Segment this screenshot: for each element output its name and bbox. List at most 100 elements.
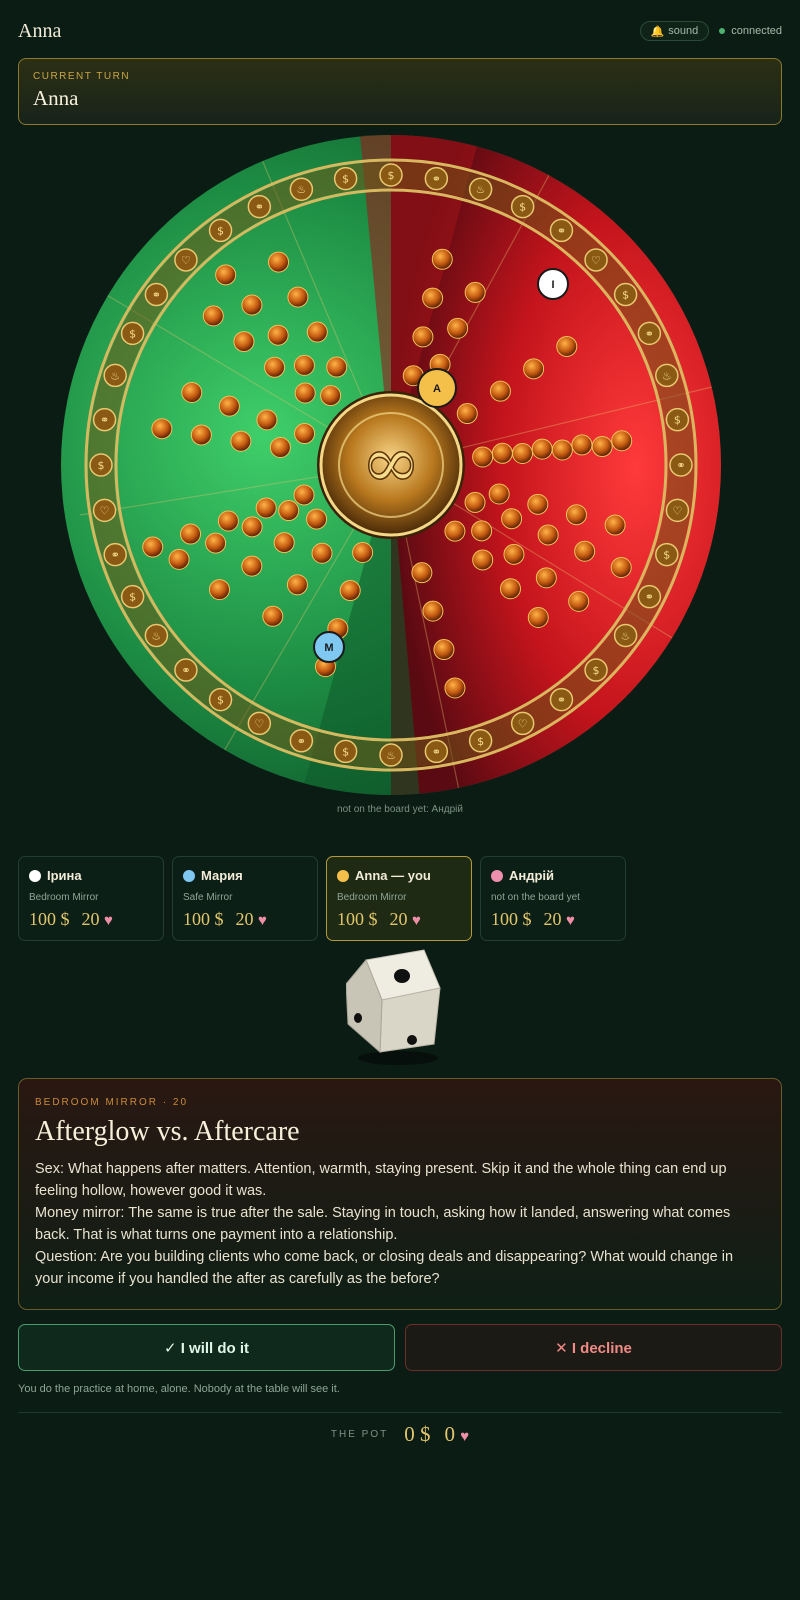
board-cell xyxy=(565,504,587,526)
board-cell xyxy=(269,436,291,458)
card-line: Question: Are you building clients who c… xyxy=(35,1249,734,1287)
card-actions: ✓ I will do it ✕ I decline xyxy=(18,1324,782,1371)
player-card[interactable]: Андрій not on the board yet 100 $ 20 ♥ xyxy=(480,856,626,941)
game-board[interactable]: $ ⚭ ♨ $ ⚭ ♡ $ ⚭ ♨ $ ⚭ ♡ $ ⚭ ♨ $ ⚭ ♡ $ ⚭ ♨ $ ⚭ ♡ $ ⚭ ♨ $ ⚭ ♡ $ ⚭ ♨ $ ⚭ ♡ $ ⚭ ♨ $… xyxy=(60,135,740,800)
board-cell xyxy=(556,335,578,357)
board-cell xyxy=(286,574,308,596)
infinity-icon: ∞ xyxy=(361,420,421,504)
player-name: Мария xyxy=(201,868,243,883)
board-cell xyxy=(267,324,289,346)
player-token[interactable]: M xyxy=(313,631,345,663)
current-turn-player: Anna xyxy=(33,86,79,110)
pot-hearts: 0 xyxy=(444,1422,455,1446)
board-cell xyxy=(523,358,545,380)
ring-cell-glyph: ♨ xyxy=(476,183,486,196)
ring-cell-glyph: $ xyxy=(388,169,395,182)
player-hearts: 20 xyxy=(235,909,254,929)
ring-cell-glyph: ♨ xyxy=(296,183,306,196)
player-money: 100 $ xyxy=(183,909,224,929)
board-cell xyxy=(168,548,190,570)
board-cell xyxy=(255,497,277,519)
board-cell xyxy=(527,493,549,515)
ring-cell-glyph: ♡ xyxy=(254,717,264,730)
ring-cell-glyph: ⚭ xyxy=(297,735,306,748)
divider xyxy=(18,1412,782,1413)
card-line: Sex: What happens after matters. Attenti… xyxy=(35,1161,727,1199)
board-cell xyxy=(411,562,433,584)
current-turn-panel: CURRENT TURN Anna xyxy=(18,58,782,125)
board-cell xyxy=(215,264,237,286)
card-body: Sex: What happens after matters. Attenti… xyxy=(35,1158,765,1290)
ring-cell-glyph: ⚭ xyxy=(557,694,566,707)
board-cell xyxy=(464,491,486,513)
board-cell xyxy=(264,356,286,378)
current-turn-label: CURRENT TURN xyxy=(33,71,131,82)
card-title: Afterglow vs. Aftercare xyxy=(35,1116,300,1147)
board-cell xyxy=(551,439,573,461)
board-cell xyxy=(472,549,494,571)
player-status: Safe Mirror xyxy=(183,892,233,903)
player-hearts: 20 xyxy=(389,909,408,929)
player-token[interactable]: A xyxy=(417,368,457,408)
player-card-self[interactable]: Anna — you Bedroom Mirror 100 $ 20 ♥ xyxy=(326,856,472,941)
dice[interactable] xyxy=(345,948,450,1068)
board-cell xyxy=(142,536,164,558)
board-cell xyxy=(339,580,361,602)
pot-summary: THE POT 0 $ 0 ♥ xyxy=(0,1422,800,1447)
player-card[interactable]: Ірина Bedroom Mirror 100 $ 20 ♥ xyxy=(18,856,164,941)
board-cell xyxy=(535,567,557,589)
top-bar-controls: 🔔 sound connected xyxy=(639,21,782,41)
player-color-dot xyxy=(183,869,195,882)
ring-cell-glyph: $ xyxy=(477,735,484,748)
board-cell xyxy=(501,508,523,530)
ring-cell-glyph: ⚭ xyxy=(152,289,161,302)
board-cell xyxy=(464,281,486,303)
ring-cell-glyph: ♨ xyxy=(110,369,120,382)
board-cell xyxy=(180,523,202,545)
ring-cell-glyph: $ xyxy=(519,201,526,214)
ring-cell-glyph: ⚭ xyxy=(100,414,109,427)
board-cell xyxy=(491,442,513,464)
board-cell xyxy=(241,555,263,577)
board-hub[interactable]: ∞ xyxy=(317,391,465,539)
board-cell xyxy=(537,524,559,546)
accept-button[interactable]: ✓ I will do it xyxy=(18,1324,395,1371)
player-card[interactable]: Мария Safe Mirror 100 $ 20 ♥ xyxy=(172,856,318,941)
player-token[interactable]: I xyxy=(537,268,569,300)
ring-cell-glyph: ⚭ xyxy=(645,591,654,604)
board-cell xyxy=(311,542,333,564)
ring-cell-glyph: $ xyxy=(217,224,224,237)
ring-cell-glyph: $ xyxy=(98,459,105,472)
player-money: 100 $ xyxy=(491,909,532,929)
ring-cell-glyph: $ xyxy=(674,414,681,427)
ring-cell-glyph: $ xyxy=(217,694,224,707)
ring-cell-glyph: $ xyxy=(663,549,670,562)
board-cell xyxy=(294,423,316,445)
board-cell xyxy=(241,516,263,538)
board-cell xyxy=(610,556,632,578)
board-cell xyxy=(233,331,255,353)
board-cell xyxy=(499,578,521,600)
ring-cell-glyph: ♡ xyxy=(591,254,601,267)
ring-cell-glyph: $ xyxy=(129,327,136,340)
ring-cell-glyph: ⚭ xyxy=(645,327,654,340)
ring-cell-glyph: ⚭ xyxy=(432,173,441,186)
player-token-letter: M xyxy=(324,642,333,654)
board-cell xyxy=(571,434,593,456)
board-cell xyxy=(352,541,374,563)
top-bar: Anna 🔔 sound connected xyxy=(18,18,782,44)
ring-cell-glyph: $ xyxy=(342,745,349,758)
player-hearts: 20 xyxy=(543,909,562,929)
board-cell xyxy=(293,484,315,506)
board-cell xyxy=(181,381,203,403)
ring-cell-glyph: ♡ xyxy=(672,504,682,517)
board-cell xyxy=(306,508,328,530)
decline-button[interactable]: ✕ I decline xyxy=(405,1324,782,1371)
board-svg: $ ⚭ ♨ $ ⚭ ♡ $ ⚭ ♨ $ ⚭ ♡ $ ⚭ ♨ $ ⚭ ♡ $ ⚭ ♨ $ ⚭ ♡ $ ⚭ ♨ $ ⚭ ♡ $ ⚭ ♨ $ ⚭ ♡ $ ⚭ ♨ $… xyxy=(61,135,721,795)
sound-toggle-button[interactable]: 🔔 sound xyxy=(639,21,710,41)
board-cell xyxy=(471,520,493,542)
board-cell xyxy=(447,317,469,339)
board-cell xyxy=(422,600,444,622)
board-cell xyxy=(591,436,613,458)
player-color-dot xyxy=(491,869,503,882)
